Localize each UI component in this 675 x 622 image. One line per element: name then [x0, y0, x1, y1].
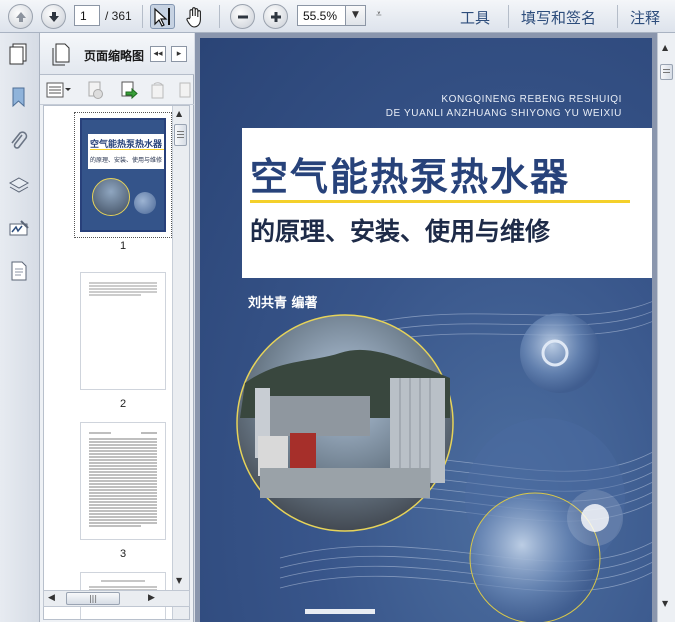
- zoom-out-button[interactable]: [230, 4, 255, 29]
- chevron-right-icon: ▸: [176, 49, 182, 59]
- scroll-down-icon[interactable]: ▼: [662, 599, 668, 608]
- signature-icon: [9, 220, 29, 236]
- scroll-left-icon[interactable]: ◀: [48, 593, 55, 603]
- panel-options-button[interactable]: ◂◂: [150, 46, 166, 62]
- scroll-right-icon[interactable]: ▶: [148, 593, 155, 603]
- thumbnail-title: 空气能热泵热水器: [90, 140, 163, 150]
- cover-author: 刘共青 编著: [248, 296, 318, 311]
- extract-page-icon[interactable]: [118, 80, 138, 100]
- toolbar-divider: [508, 5, 509, 28]
- attachments-button[interactable]: [7, 129, 31, 153]
- panel-collapse-button[interactable]: ▸: [171, 46, 187, 62]
- wave-lines-graphic: [236, 301, 652, 622]
- double-chevron-left-icon: ◂◂: [153, 49, 163, 59]
- page-thumbnails-button[interactable]: [7, 41, 31, 65]
- navigation-rail: [0, 33, 40, 622]
- book-cover-page: KONGQINENG REBENG RESHUIQI DE YUANLI ANZ…: [200, 38, 652, 622]
- thumbnail-page-1[interactable]: 空气能热泵热水器 的原理、安装、使用与维修: [80, 118, 166, 232]
- scroll-thumb[interactable]: [174, 124, 187, 146]
- toolbar-divider: [219, 5, 220, 28]
- page-total-label: / 361: [105, 9, 132, 23]
- thumbnail-subtitle: 的原理、安装、使用与维修: [90, 157, 163, 164]
- more-tools-icon[interactable]: [178, 80, 192, 100]
- zoom-in-button[interactable]: [263, 4, 288, 29]
- thumbnail-rule: [90, 149, 164, 150]
- thumbnail-page-3[interactable]: [80, 422, 166, 540]
- content-button[interactable]: [7, 259, 31, 283]
- scroll-thumb[interactable]: [660, 64, 673, 80]
- list-options-icon[interactable]: [46, 82, 72, 98]
- panel-header: 页面缩略图 ◂◂ ▸: [40, 33, 194, 75]
- thumbnail-photo-circle: [92, 178, 130, 216]
- document-viewport[interactable]: KONGQINENG REBENG RESHUIQI DE YUANLI ANZ…: [195, 33, 675, 622]
- thumbnail-label-3: 3: [119, 548, 127, 560]
- zoom-in-icon: [270, 11, 281, 22]
- previous-page-button[interactable]: [8, 4, 33, 29]
- cover-title-rule: [250, 200, 630, 203]
- main-toolbar: 1 / 361 55.5% ▼ ⩡ 工具 填写和签名 注释: [0, 0, 675, 33]
- thumbnail-list: 空气能热泵热水器 的原理、安装、使用与维修 1 2 3 ▲ ▼: [43, 105, 190, 620]
- text-lines-graphic: [89, 432, 157, 527]
- cover-subtitle: 的原理、安装、使用与维修: [250, 217, 551, 246]
- toolbar-more-button[interactable]: ⩡: [376, 9, 382, 20]
- thumbnail-title-box: 空气能热泵热水器 的原理、安装、使用与维修: [88, 134, 164, 169]
- select-tool-button[interactable]: [150, 4, 175, 29]
- cover-pinyin-line-1: KONGQINENG REBENG RESHUIQI: [441, 94, 622, 105]
- comment-menu[interactable]: 注释: [630, 7, 660, 28]
- tools-menu[interactable]: 工具: [460, 7, 490, 28]
- thumbnail-vertical-scrollbar[interactable]: ▲ ▼: [172, 106, 189, 619]
- thumbnail-horizontal-scrollbar[interactable]: ◀ ||| ▶: [43, 590, 190, 607]
- more-icon: ⩡: [376, 9, 382, 20]
- scroll-up-icon[interactable]: ▲: [176, 109, 182, 118]
- cover-title: 空气能热泵热水器: [250, 155, 571, 199]
- page-number-input[interactable]: 1: [74, 5, 100, 26]
- bookmarks-button[interactable]: [7, 85, 31, 109]
- toolbar-divider: [617, 5, 618, 28]
- horizontal-scroll-thumb[interactable]: |||: [66, 592, 120, 605]
- select-cursor-icon: [154, 7, 170, 27]
- cover-pinyin-line-2: DE YUANLI ANZHUANG SHIYONG YU WEIXIU: [385, 108, 622, 119]
- thumbnail-bubble: [134, 192, 156, 214]
- delete-page-icon[interactable]: [85, 80, 105, 100]
- hand-icon: [186, 7, 201, 28]
- layers-button[interactable]: [7, 173, 31, 197]
- chevron-down-icon: ▼: [352, 10, 359, 20]
- zoom-out-icon: [237, 15, 248, 18]
- pages-icon: [52, 43, 70, 66]
- zoom-dropdown-button[interactable]: ▼: [346, 5, 366, 26]
- thumbnail-page-2[interactable]: [80, 272, 166, 390]
- panel-toolbar: [40, 75, 194, 105]
- panel-title: 页面缩略图: [84, 49, 145, 63]
- scroll-up-icon[interactable]: ▲: [662, 43, 668, 52]
- bookmark-icon: [12, 87, 25, 108]
- rotate-page-icon[interactable]: [148, 80, 168, 100]
- document-vertical-scrollbar[interactable]: ▲ ▼: [657, 33, 675, 622]
- cover-title-box: 空气能热泵热水器 的原理、安装、使用与维修: [242, 128, 652, 278]
- thumbnail-label-1: 1: [119, 240, 127, 252]
- paperclip-icon: [11, 131, 28, 149]
- thumbnail-label-2: 2: [119, 398, 127, 410]
- document-icon: [11, 261, 27, 281]
- thumbnail-panel: 页面缩略图 ◂◂ ▸ 空气能热泵热水器 的原理、安装、使用与维修 1 2 3 ▲…: [40, 33, 194, 622]
- next-page-button[interactable]: [41, 4, 66, 29]
- hand-tool-button[interactable]: [183, 4, 208, 29]
- scroll-down-icon[interactable]: ▼: [176, 576, 182, 585]
- down-arrow-icon: [48, 11, 59, 22]
- zoom-level-input[interactable]: 55.5%: [297, 5, 346, 26]
- pages-icon: [9, 43, 27, 65]
- up-arrow-icon: [15, 11, 26, 22]
- signatures-button[interactable]: [7, 217, 31, 241]
- fill-sign-menu[interactable]: 填写和签名: [521, 7, 596, 28]
- toolbar-divider: [142, 5, 143, 28]
- text-lines-graphic: [89, 282, 157, 296]
- layers-icon: [8, 177, 30, 193]
